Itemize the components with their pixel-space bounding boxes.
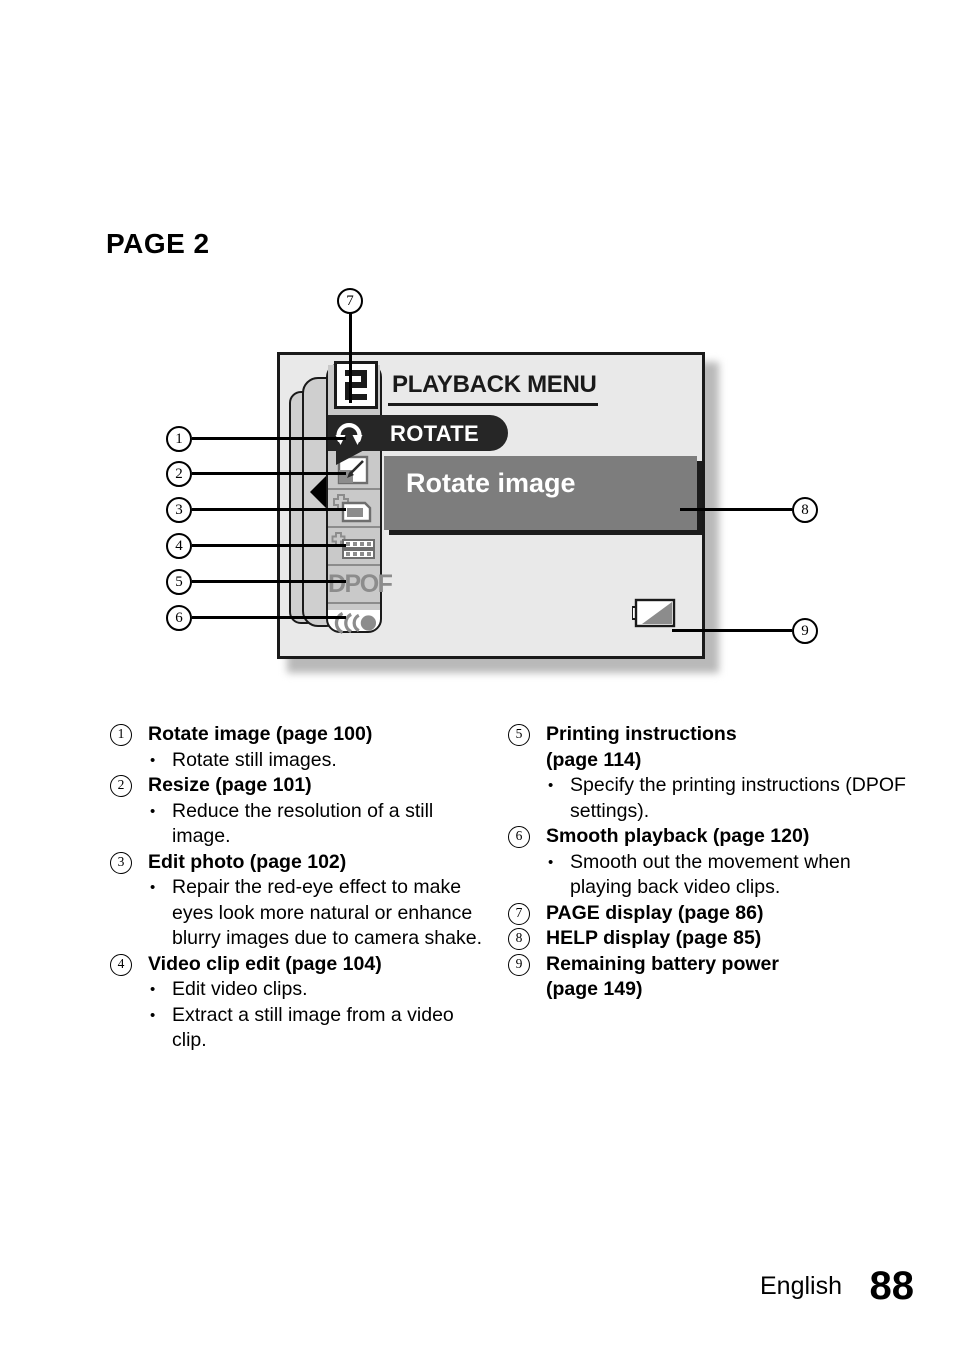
callout-5-leader [192, 580, 346, 583]
menu-item-dpof[interactable]: DPOF [328, 566, 393, 604]
help-display-text: Rotate image [406, 468, 576, 498]
legend-left-column: 1Rotate image (page 100) Rotate still im… [110, 722, 490, 1054]
legend-entry-4-number: 4 [110, 953, 132, 976]
legend-entry-6-number: 6 [508, 826, 530, 848]
legend-entry-9-number: 9 [508, 953, 530, 976]
legend-entry-7: 7 PAGE display (page 86) [508, 901, 908, 927]
legend-entry-1: 1Rotate image (page 100) Rotate still im… [110, 722, 490, 773]
callout-9-leader [672, 629, 792, 632]
menu-title: PLAYBACK MENU [392, 371, 597, 398]
legend-entry-8: 8 HELP display (page 85) [508, 926, 908, 952]
callout-4: 4 [166, 533, 192, 559]
legend-entry-1-bullet-1: Rotate still images. [110, 748, 490, 774]
battery-icon [632, 598, 676, 628]
callout-1-leader [192, 437, 346, 440]
legend-entry-4-title: 4 Video clip edit (page 104) [110, 952, 490, 978]
legend-entry-5-number: 5 [508, 724, 530, 746]
legend-entry-7-title: 7 PAGE display (page 86) [508, 901, 908, 927]
menu-item-video-clip-edit[interactable] [328, 528, 380, 566]
callout-2: 2 [166, 461, 192, 487]
legend-entry-3-number: 3 [110, 851, 132, 874]
legend-entry-4-bullet-2: Extract a still image from a video clip. [110, 1003, 490, 1054]
legend-entry-1-title: 1 Rotate image (page 100) [110, 722, 490, 748]
legend-right-column: 5Printing instructions (page 114) Specif… [508, 722, 908, 1003]
legend-entry-9: 9 Remaining battery power (page 149) [508, 952, 908, 1003]
legend-entry-6-title: 6 Smooth playback (page 120) [508, 824, 908, 850]
callout-7: 7 [337, 288, 363, 314]
menu-item-rotate-label: ROTATE [390, 421, 479, 446]
legend-entry-3-title: 3 Edit photo (page 102) [110, 850, 490, 876]
help-display-box: Rotate image [384, 456, 697, 530]
legend-entry-2-title: 2 Resize (page 101) [110, 773, 490, 799]
dpof-icon: DPOF [328, 570, 393, 598]
footer-language: English [760, 1272, 842, 1300]
callout-4-leader [192, 544, 346, 547]
legend-entry-3-bullet-1: Repair the red-eye effect to make eyes l… [110, 875, 490, 952]
legend-entry-9-title-cont: (page 149) [546, 978, 643, 1000]
page-indicator-box [334, 361, 378, 409]
legend-entry-3: 3Edit photo (page 102) Repair the red-ey… [110, 850, 490, 952]
callout-7-leader [349, 313, 352, 403]
smooth-playback-icon [334, 611, 377, 635]
legend-entry-5-title-cont: (page 114) [546, 748, 642, 771]
callout-3: 3 [166, 497, 192, 523]
menu-item-smooth-playback[interactable] [328, 604, 380, 642]
callout-5: 5 [166, 569, 192, 595]
menu-item-rotate[interactable]: ROTATE [328, 415, 508, 451]
camera-screen: 1 PLAYBACK MENU [277, 352, 705, 659]
legend-entry-4: 4Video clip edit (page 104) Edit video c… [110, 952, 490, 1054]
legend-entry-2-number: 2 [110, 775, 132, 797]
legend-entry-8-title: 8 HELP display (page 85) [508, 926, 908, 952]
legend-entry-1-number: 1 [110, 724, 132, 746]
rotate-icon [335, 423, 363, 445]
video-clip-edit-icon [331, 532, 375, 559]
callout-6-leader [192, 616, 346, 619]
page-number-2-glyph [345, 370, 367, 400]
callout-8-leader [680, 508, 792, 511]
legend-entry-2: 2Resize (page 101) Reduce the resolution… [110, 773, 490, 850]
callout-8: 8 [792, 497, 818, 523]
legend-entry-2-bullet-1: Reduce the resolution of a still image. [110, 799, 490, 850]
legend-entry-7-number: 7 [508, 902, 530, 925]
legend-entry-6: 6Smooth playback (page 120) Smooth out t… [508, 824, 908, 901]
callout-2-leader [192, 472, 346, 475]
callout-6: 6 [166, 605, 192, 631]
legend-entry-9-title: 9 Remaining battery power [508, 952, 908, 978]
legend-entry-6-bullet-1: Smooth out the movement when playing bac… [508, 850, 908, 901]
page-title: PAGE 2 [106, 228, 210, 259]
legend-entry-4-bullet-1: Edit video clips. [110, 977, 490, 1003]
legend-entry-5: 5Printing instructions (page 114) Specif… [508, 722, 908, 824]
legend-entry-5-bullet-1: Specify the printing instructions (DPOF … [508, 773, 908, 824]
callout-3-leader [192, 508, 346, 511]
menu-title-rule [388, 403, 598, 406]
callout-9: 9 [792, 618, 818, 644]
callout-1: 1 [166, 426, 192, 452]
footer-page-number: 88 [869, 1264, 915, 1308]
legend-entry-5-title: 5 Printing instructions [508, 722, 908, 748]
selection-arrow-icon [310, 476, 326, 508]
legend-entry-8-number: 8 [508, 928, 530, 950]
